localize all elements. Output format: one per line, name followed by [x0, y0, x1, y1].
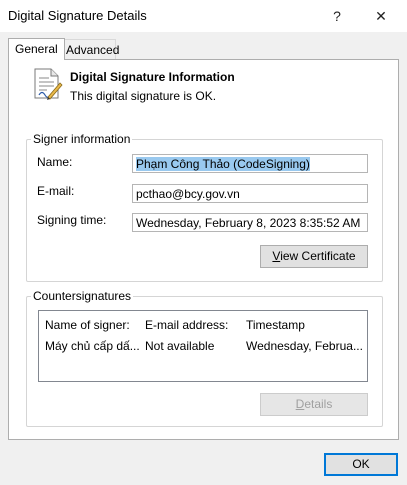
name-label: Name:: [37, 155, 73, 169]
signing-time-label: Signing time:: [37, 213, 107, 227]
tab-general-label: General: [15, 42, 58, 56]
details-button[interactable]: Details: [260, 393, 368, 416]
window-title: Digital Signature Details: [8, 8, 147, 23]
details-label: etails: [304, 397, 333, 411]
signed-document-icon: [31, 67, 63, 101]
name-field[interactable]: Phạm Công Thảo (CodeSigning): [132, 154, 368, 173]
column-header-name[interactable]: Name of signer:: [45, 318, 137, 332]
column-header-timestamp[interactable]: Timestamp: [246, 318, 364, 332]
email-label: E-mail:: [37, 184, 75, 198]
tab-advanced-label: Advanced: [66, 43, 120, 57]
view-certificate-label: iew Certificate: [280, 249, 356, 263]
row-signer-name: Máy chủ cấp dấ...: [45, 339, 139, 353]
info-status: This digital signature is OK.: [70, 89, 217, 103]
help-button[interactable]: ?: [326, 6, 348, 26]
view-certificate-button[interactable]: View Certificate: [260, 245, 368, 268]
countersignatures-group-label: Countersignatures: [31, 289, 134, 303]
name-value: Phạm Công Thảo (CodeSigning): [136, 157, 310, 171]
email-value: pcthao@bcy.gov.vn: [136, 187, 240, 201]
ok-button[interactable]: OK: [324, 453, 398, 476]
row-timestamp: Wednesday, Februa...: [246, 339, 363, 353]
ok-label: OK: [352, 457, 370, 471]
signing-time-value: Wednesday, February 8, 2023 8:35:52 AM: [136, 216, 361, 230]
signing-time-field[interactable]: Wednesday, February 8, 2023 8:35:52 AM: [132, 213, 368, 232]
signer-group-label: Signer information: [31, 132, 133, 146]
tab-general[interactable]: General: [8, 38, 65, 60]
close-button[interactable]: ✕: [370, 6, 392, 26]
info-heading: Digital Signature Information: [70, 70, 235, 84]
column-header-email[interactable]: E-mail address:: [145, 318, 240, 332]
email-field[interactable]: pcthao@bcy.gov.vn: [132, 184, 368, 203]
countersignatures-list[interactable]: Name of signer: E-mail address: Timestam…: [38, 310, 368, 382]
table-row[interactable]: Máy chủ cấp dấ... Not available Wednesda…: [39, 339, 367, 357]
row-email: Not available: [145, 339, 215, 353]
tab-advanced[interactable]: Advanced: [59, 39, 120, 59]
